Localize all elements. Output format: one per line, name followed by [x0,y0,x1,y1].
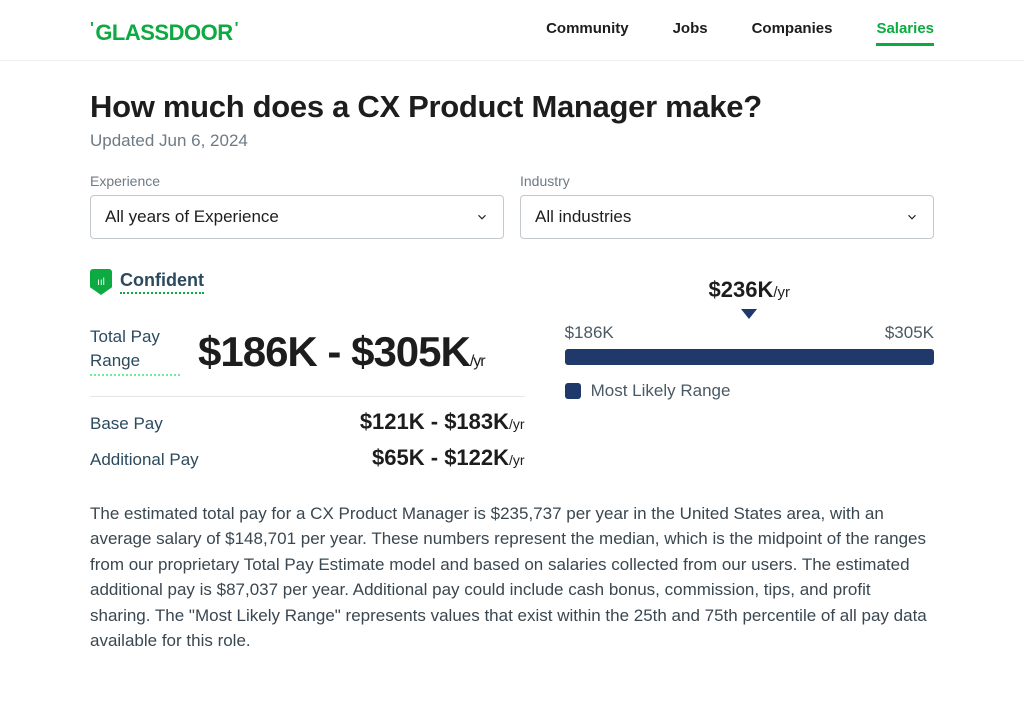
shield-icon: ııl [90,269,112,295]
chevron-down-icon [905,210,919,224]
description: The estimated total pay for a CX Product… [90,501,934,654]
nav-companies[interactable]: Companies [752,20,833,46]
pointer-icon [741,309,757,319]
industry-select[interactable]: All industries [520,195,934,239]
range-max: $305K [885,323,934,343]
logo[interactable]: 'glassdoor' [90,20,238,46]
median-value: $236K/yr [565,277,934,303]
page-title: How much does a CX Product Manager make? [90,89,934,125]
chevron-down-icon [475,210,489,224]
experience-label: Experience [90,173,504,189]
nav-jobs[interactable]: Jobs [673,20,708,46]
legend-swatch [565,383,581,399]
additional-pay-label: Additional Pay [90,450,199,470]
range-bar [565,349,934,365]
nav-salaries[interactable]: Salaries [876,20,934,46]
confidence-label[interactable]: Confident [120,270,204,294]
total-pay-range: $186K - $305K/yr [198,329,485,375]
industry-value: All industries [535,207,631,227]
updated-date: Updated Jun 6, 2024 [90,131,934,151]
legend-label: Most Likely Range [591,381,731,401]
base-pay-range: $121K - $183K/yr [360,409,525,435]
main-nav: Community Jobs Companies Salaries [546,20,934,46]
nav-community[interactable]: Community [546,20,629,46]
experience-select[interactable]: All years of Experience [90,195,504,239]
industry-label: Industry [520,173,934,189]
additional-pay-range: $65K - $122K/yr [372,445,525,471]
range-min: $186K [565,323,614,343]
experience-value: All years of Experience [105,207,279,227]
total-pay-label[interactable]: Total Pay Range [90,325,180,376]
base-pay-label: Base Pay [90,414,163,434]
